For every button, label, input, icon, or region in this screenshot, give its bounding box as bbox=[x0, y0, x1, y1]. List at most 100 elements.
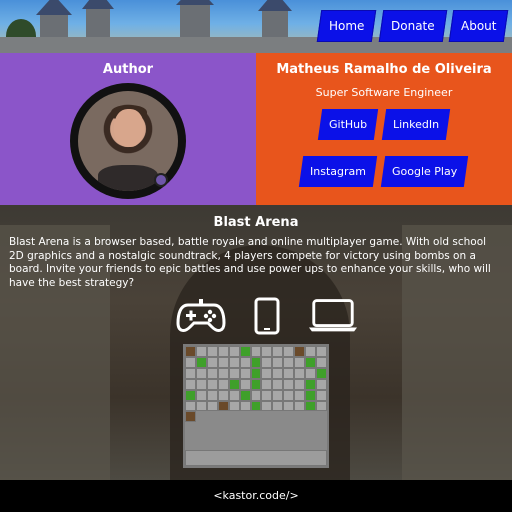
avatar-face bbox=[114, 109, 144, 147]
board-tile bbox=[185, 400, 196, 412]
board-tile bbox=[195, 400, 207, 412]
board-tile bbox=[305, 400, 317, 412]
board-tile bbox=[272, 367, 284, 379]
board-tile bbox=[228, 378, 240, 390]
board-tile bbox=[250, 400, 262, 412]
board-tile bbox=[283, 378, 295, 390]
author-name: Matheus Ramalho de Oliveira bbox=[276, 62, 492, 77]
board-tile bbox=[217, 346, 229, 357]
google-play-link-label: Google Play bbox=[392, 165, 458, 178]
board-tile bbox=[195, 389, 207, 401]
gamepad-icon bbox=[176, 297, 226, 335]
board-tile bbox=[228, 400, 240, 412]
game-board-preview bbox=[183, 344, 329, 468]
board-tile bbox=[261, 400, 273, 412]
board-tile bbox=[272, 346, 284, 357]
board-tile bbox=[195, 367, 207, 379]
board-tile bbox=[206, 346, 218, 357]
smartphone-icon bbox=[252, 297, 282, 335]
board-tile bbox=[217, 389, 229, 401]
footer: <kastor.code/> bbox=[0, 480, 512, 512]
board-tile bbox=[250, 389, 262, 401]
board-player-tile bbox=[294, 346, 306, 357]
instagram-link-button[interactable]: Instagram bbox=[299, 156, 378, 187]
board-tile bbox=[316, 356, 327, 368]
laptop-icon bbox=[308, 297, 358, 335]
board-tile bbox=[305, 389, 317, 401]
board-tile bbox=[250, 346, 262, 357]
linkedin-link-label: LinkedIn bbox=[393, 118, 440, 131]
social-links-row-1: GitHub LinkedIn bbox=[256, 109, 512, 140]
board-tile bbox=[228, 389, 240, 401]
footer-brand: <kastor.code/> bbox=[213, 489, 299, 502]
nav-donate-label: Donate bbox=[390, 19, 435, 33]
github-link-button[interactable]: GitHub bbox=[317, 109, 379, 140]
top-nav: Home Donate About bbox=[317, 10, 509, 42]
board-tile bbox=[294, 356, 306, 368]
board-tile bbox=[283, 400, 295, 412]
nav-home-button[interactable]: Home bbox=[317, 10, 378, 42]
avatar-status-dot bbox=[154, 173, 168, 187]
board-tile bbox=[239, 346, 251, 357]
board-tile bbox=[239, 389, 251, 401]
nav-about-button[interactable]: About bbox=[448, 10, 509, 42]
linkedin-link-button[interactable]: LinkedIn bbox=[381, 109, 451, 140]
board-tile bbox=[250, 378, 262, 390]
social-links-row-2: Instagram Google Play bbox=[256, 156, 512, 187]
board-tile bbox=[272, 356, 284, 368]
board-tile bbox=[261, 389, 273, 401]
board-tile bbox=[316, 400, 327, 412]
board-tile bbox=[294, 400, 306, 412]
game-section: Blast Arena Blast Arena is a browser bas… bbox=[0, 205, 512, 480]
board-tile bbox=[239, 356, 251, 368]
author-card-right: Matheus Ramalho de Oliveira Super Softwa… bbox=[256, 53, 512, 205]
github-link-label: GitHub bbox=[328, 118, 367, 131]
board-tile bbox=[316, 389, 327, 401]
board-player-tile bbox=[185, 346, 196, 357]
board-tile bbox=[316, 367, 327, 379]
board-tile bbox=[195, 346, 207, 357]
board-tile bbox=[206, 356, 218, 368]
nav-donate-button[interactable]: Donate bbox=[378, 10, 447, 42]
author-card-left: Author bbox=[0, 53, 256, 205]
board-tile bbox=[185, 389, 196, 401]
board-tile bbox=[305, 367, 317, 379]
board-tile bbox=[239, 378, 251, 390]
board-tile bbox=[261, 367, 273, 379]
board-tile bbox=[316, 378, 327, 390]
board-tile bbox=[195, 356, 207, 368]
board-tile bbox=[195, 378, 207, 390]
board-tile bbox=[239, 367, 251, 379]
board-tile bbox=[228, 346, 240, 357]
nav-home-label: Home bbox=[329, 19, 365, 33]
header-banner: Home Donate About bbox=[0, 0, 512, 53]
board-tile bbox=[206, 400, 218, 412]
google-play-link-button[interactable]: Google Play bbox=[381, 156, 469, 187]
avatar-shirt bbox=[98, 165, 158, 191]
board-tile bbox=[261, 378, 273, 390]
board-tile bbox=[316, 346, 327, 357]
board-tile bbox=[206, 367, 218, 379]
board-tile bbox=[217, 367, 229, 379]
board-tile bbox=[283, 346, 295, 357]
author-role: Super Software Engineer bbox=[315, 86, 453, 99]
avatar-frame bbox=[70, 83, 186, 199]
board-tile bbox=[206, 389, 218, 401]
board-tile bbox=[239, 400, 251, 412]
board-tile bbox=[272, 400, 284, 412]
nav-about-label: About bbox=[460, 19, 496, 33]
board-tile bbox=[228, 356, 240, 368]
board-tile bbox=[305, 378, 317, 390]
board-tile bbox=[250, 367, 262, 379]
game-description: Blast Arena is a browser based, battle r… bbox=[9, 236, 491, 289]
board-tile bbox=[294, 367, 306, 379]
board-tile bbox=[283, 389, 295, 401]
board-tile bbox=[185, 367, 196, 379]
platform-icons bbox=[176, 297, 358, 335]
board-player-tile bbox=[217, 400, 229, 412]
board-tile bbox=[250, 356, 262, 368]
board-tile bbox=[272, 378, 284, 390]
board-tile bbox=[283, 356, 295, 368]
game-title: Blast Arena bbox=[213, 215, 299, 230]
board-tile bbox=[305, 346, 317, 357]
